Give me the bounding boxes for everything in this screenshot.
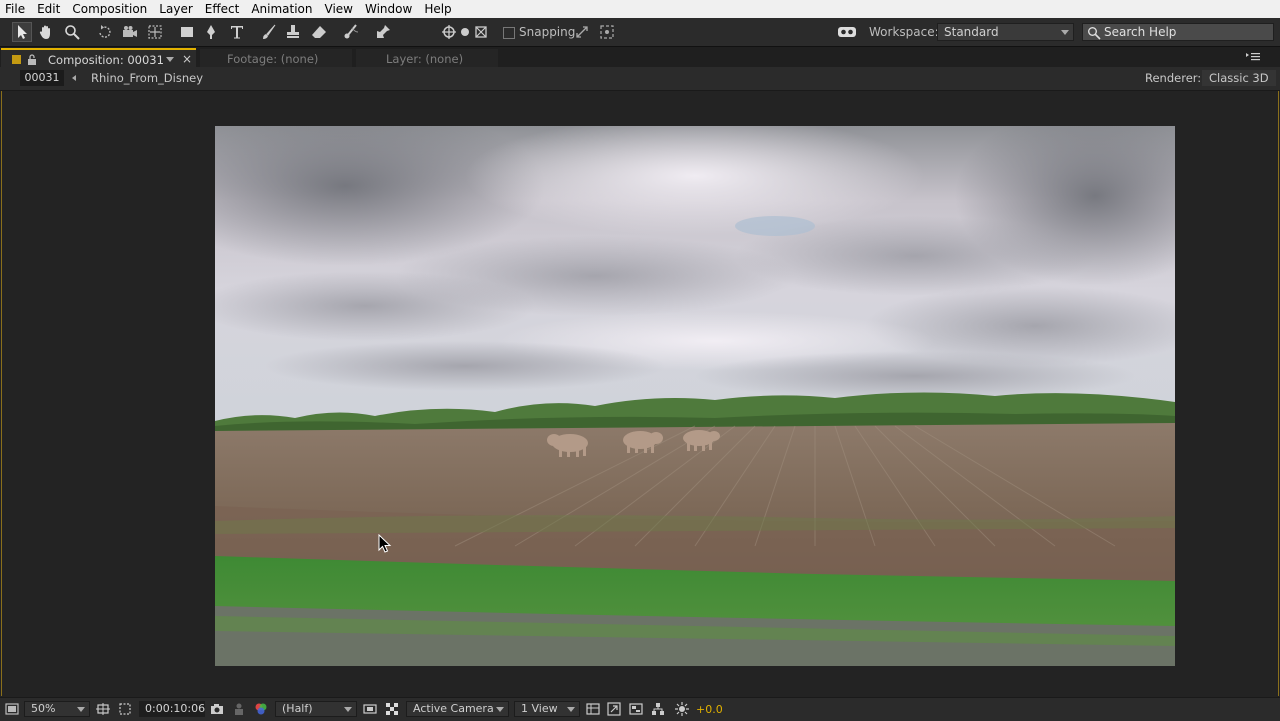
toggle-pixel-aspect-icon[interactable] <box>585 701 601 717</box>
resolution-dropdown[interactable]: (Half) <box>275 701 357 717</box>
zoom-value: 50% <box>31 702 56 715</box>
fast-preview-toggle-icon[interactable] <box>606 701 622 717</box>
search-help-input[interactable]: Search Help <box>1082 23 1274 41</box>
resolution-grid-icon[interactable] <box>95 701 111 717</box>
region-of-interest-icon[interactable] <box>117 701 133 717</box>
composition-id-button[interactable]: 00031 <box>20 70 64 86</box>
flowchart-icon[interactable] <box>650 701 666 717</box>
roto-brush-tool-icon[interactable] <box>341 22 361 42</box>
pen-tool-icon[interactable] <box>201 22 221 42</box>
views-value: 1 View <box>521 702 558 715</box>
search-placeholder: Search Help <box>1104 25 1177 39</box>
always-preview-icon[interactable] <box>4 701 20 717</box>
snapping-checkbox[interactable] <box>503 27 515 39</box>
tab-composition[interactable]: Composition: 00031 × <box>1 48 196 68</box>
close-icon[interactable]: × <box>182 52 192 66</box>
show-snapshot-icon[interactable] <box>231 701 247 717</box>
renderer-button[interactable]: Classic 3D <box>1202 70 1276 86</box>
workspace-value: Standard <box>944 25 999 39</box>
composition-navigator-bar: 00031 Rhino_From_Disney Renderer: Classi… <box>0 67 1280 91</box>
selection-tool-icon[interactable] <box>12 22 32 42</box>
camera-view-dropdown[interactable]: Active Camera <box>406 701 509 717</box>
menu-bar: File Edit Composition Layer Effect Anima… <box>0 0 1280 18</box>
rectangle-tool-icon[interactable] <box>177 22 197 42</box>
snapping-label: Snapping <box>519 25 576 39</box>
tools-panel: Snapping Workspace: Standard Search Help <box>0 18 1280 47</box>
panel-tab-bar: Composition: 00031 × Footage: (none) Lay… <box>0 46 1280 68</box>
menu-animation[interactable]: Animation <box>245 0 318 18</box>
transparency-grid-icon[interactable] <box>384 701 400 717</box>
chevron-down-icon <box>1061 30 1069 35</box>
chevron-down-icon <box>496 707 504 712</box>
tab-layer-label: Layer: (none) <box>386 52 464 66</box>
search-icon <box>1088 27 1101 40</box>
clone-stamp-tool-icon[interactable] <box>283 22 303 42</box>
timeline-icon[interactable] <box>628 701 644 717</box>
hand-tool-icon[interactable] <box>36 22 56 42</box>
vr-headset-icon[interactable] <box>836 22 858 42</box>
timecode-field[interactable]: 0:00:10:06 <box>139 701 205 717</box>
fast-previews-icon[interactable] <box>362 701 378 717</box>
snapshot-camera-icon[interactable] <box>209 701 225 717</box>
menu-help[interactable]: Help <box>418 0 457 18</box>
chevron-down-icon <box>567 707 575 712</box>
brush-tool-icon[interactable] <box>259 22 279 42</box>
lock-square-icon[interactable] <box>12 55 21 64</box>
composition-frame[interactable] <box>215 126 1175 666</box>
panel-menu-icon[interactable] <box>1246 52 1260 62</box>
chevron-down-icon <box>344 707 352 712</box>
zoom-tool-icon[interactable] <box>62 22 82 42</box>
type-tool-icon[interactable] <box>227 22 247 42</box>
camera-value: Active Camera <box>413 702 494 715</box>
rotation-tool-icon[interactable] <box>95 22 115 42</box>
pan-behind-tool-icon[interactable] <box>145 22 165 42</box>
menu-file[interactable]: File <box>0 0 31 18</box>
tab-footage-label: Footage: (none) <box>227 52 319 66</box>
tab-composition-label: Composition: 00031 <box>48 53 164 67</box>
mouse-cursor-icon <box>378 534 392 553</box>
menu-composition[interactable]: Composition <box>66 0 153 18</box>
view-layout-dropdown[interactable]: 1 View <box>514 701 580 717</box>
exposure-value[interactable]: +0.0 <box>696 703 723 716</box>
chevron-down-icon[interactable] <box>166 57 174 62</box>
viewer-controls-bar: 50% 0:00:10:06 (Half) Active Camera 1 Vi… <box>0 697 1280 721</box>
workspace-dropdown[interactable]: Standard <box>937 23 1074 41</box>
renderer-label: Renderer: <box>1145 71 1202 85</box>
menu-layer[interactable]: Layer <box>153 0 198 18</box>
view-axis-mode-icon[interactable] <box>471 22 491 42</box>
eraser-tool-icon[interactable] <box>309 22 329 42</box>
chevron-left-icon[interactable] <box>72 75 76 81</box>
snap-features-icon[interactable] <box>597 22 617 42</box>
scene-image <box>215 126 1175 666</box>
color-channels-icon[interactable] <box>253 701 269 717</box>
menu-window[interactable]: Window <box>359 0 418 18</box>
snap-edges-icon[interactable] <box>572 22 592 42</box>
chevron-down-icon <box>77 707 85 712</box>
tab-layer[interactable]: Layer: (none) <box>356 49 498 68</box>
reset-exposure-icon[interactable] <box>674 701 690 717</box>
resolution-value: (Half) <box>282 702 313 715</box>
camera-tool-icon[interactable] <box>120 22 140 42</box>
menu-edit[interactable]: Edit <box>31 0 66 18</box>
tab-footage[interactable]: Footage: (none) <box>200 49 352 68</box>
workspace-label: Workspace: <box>869 25 939 39</box>
menu-effect[interactable]: Effect <box>199 0 246 18</box>
puppet-pin-tool-icon[interactable] <box>373 22 393 42</box>
magnification-dropdown[interactable]: 50% <box>24 701 90 717</box>
lock-icon[interactable] <box>27 54 37 66</box>
menu-view[interactable]: View <box>319 0 359 18</box>
composition-name[interactable]: Rhino_From_Disney <box>91 71 203 85</box>
